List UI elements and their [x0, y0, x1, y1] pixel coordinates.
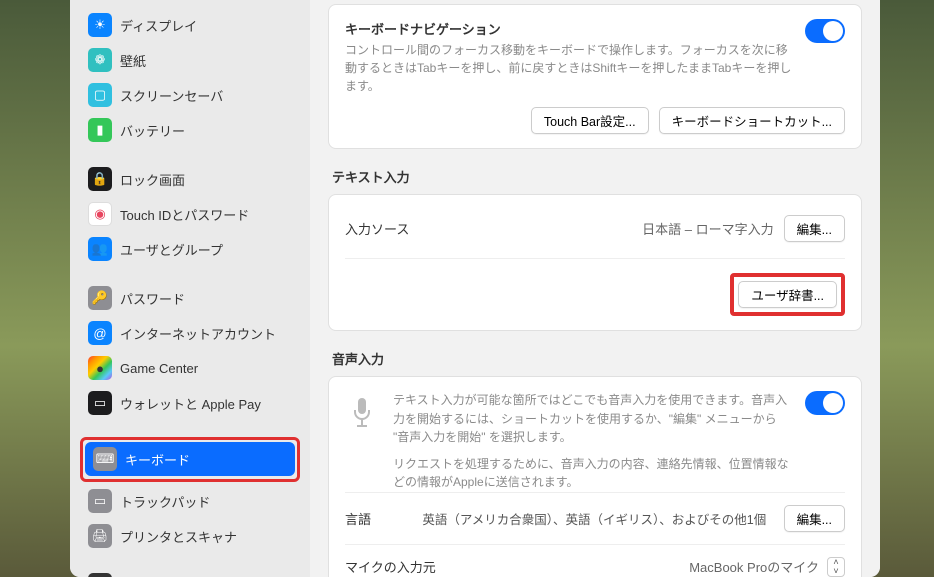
sidebar-item-label: プリンタとスキャナ: [120, 527, 237, 546]
user-dictionary-button[interactable]: ユーザ辞書...: [738, 281, 837, 308]
sidebar-item-users[interactable]: 👥 ユーザとグループ: [80, 232, 300, 266]
chevron-down-icon: ˅: [833, 567, 838, 576]
sidebar-item-screensaver[interactable]: ▢ スクリーンセーバ: [80, 78, 300, 112]
content-pane: キーボードナビゲーション コントロール間のフォーカス移動をキーボードで操作します…: [310, 0, 880, 577]
mic-source-label: マイクの入力元: [345, 557, 689, 576]
dictation-toggle[interactable]: [805, 391, 845, 415]
sidebar-item-keyboard[interactable]: ⌨ キーボード: [85, 442, 295, 476]
sun-icon: ☀: [88, 13, 112, 37]
kb-nav-desc: コントロール間のフォーカス移動をキーボードで操作します。フォーカスを次に移動する…: [345, 41, 793, 95]
mic-source-stepper[interactable]: ˄ ˅: [827, 557, 845, 577]
fingerprint-icon: ◉: [88, 202, 112, 226]
users-icon: 👥: [88, 237, 112, 261]
touchbar-settings-button[interactable]: Touch Bar設定...: [531, 107, 649, 134]
sidebar-item-label: 壁紙: [120, 51, 146, 70]
text-input-section: 入力ソース 日本語 – ローマ字入力 編集... ユーザ辞書...: [328, 194, 862, 331]
sidebar-item-display[interactable]: ☀ ディスプレイ: [80, 8, 300, 42]
screensaver-icon: ▢: [88, 83, 112, 107]
settings-window: ☀ ディスプレイ ❁ 壁紙 ▢ スクリーンセーバ ▮ バッテリー 🔒 ロック画面…: [70, 0, 880, 577]
sidebar-item-wacom[interactable]: ✎ ワコム タブレット: [80, 568, 300, 577]
sidebar-item-label: トラックパッド: [120, 492, 210, 511]
sidebar-item-label: ウォレットと Apple Pay: [120, 394, 261, 413]
input-source-edit-button[interactable]: 編集...: [784, 215, 845, 242]
sidebar-item-label: Game Center: [120, 361, 198, 376]
printer-icon: 🖨: [88, 524, 112, 548]
keyboard-highlight: ⌨ キーボード: [80, 437, 300, 482]
mic-source-value: MacBook Proのマイク: [689, 557, 819, 576]
sidebar-item-label: バッテリー: [120, 121, 185, 140]
at-icon: @: [88, 321, 112, 345]
keyboard-icon: ⌨: [93, 447, 117, 471]
dictation-lang-label: 言語: [345, 509, 405, 528]
microphone-icon: [345, 391, 379, 435]
gamecenter-icon: ●: [88, 356, 112, 380]
sidebar-item-wallet[interactable]: ▭ ウォレットと Apple Pay: [80, 386, 300, 420]
sidebar-item-label: スクリーンセーバ: [120, 86, 223, 105]
sidebar-item-internet-accounts[interactable]: @ インターネットアカウント: [80, 316, 300, 350]
dictation-desc-1: テキスト入力が可能な箇所ではどこでも音声入力を使用できます。音声入力を開始するに…: [393, 391, 791, 447]
trackpad-icon: ▭: [88, 489, 112, 513]
sidebar-item-label: インターネットアカウント: [120, 324, 276, 343]
sidebar-item-label: キーボード: [125, 450, 190, 469]
sidebar: ☀ ディスプレイ ❁ 壁紙 ▢ スクリーンセーバ ▮ バッテリー 🔒 ロック画面…: [70, 0, 310, 577]
sidebar-item-wallpaper[interactable]: ❁ 壁紙: [80, 43, 300, 77]
userdict-highlight: ユーザ辞書...: [730, 273, 845, 316]
sidebar-item-label: ディスプレイ: [120, 16, 197, 35]
sidebar-item-label: パスワード: [120, 289, 185, 308]
lock-icon: 🔒: [88, 167, 112, 191]
keyboard-shortcuts-button[interactable]: キーボードショートカット...: [659, 107, 845, 134]
sidebar-item-gamecenter[interactable]: ● Game Center: [80, 351, 300, 385]
sidebar-item-label: ロック画面: [120, 170, 185, 189]
battery-icon: ▮: [88, 118, 112, 142]
dictation-header: 音声入力: [332, 349, 862, 368]
wallet-icon: ▭: [88, 391, 112, 415]
kb-nav-title: キーボードナビゲーション: [345, 19, 793, 38]
key-icon: 🔑: [88, 286, 112, 310]
kb-nav-toggle[interactable]: [805, 19, 845, 43]
sidebar-item-label: Touch IDとパスワード: [120, 205, 249, 224]
sidebar-item-label: ユーザとグループ: [120, 240, 223, 259]
sidebar-item-trackpad[interactable]: ▭ トラックパッド: [80, 484, 300, 518]
sidebar-item-touchid[interactable]: ◉ Touch IDとパスワード: [80, 197, 300, 231]
keyboard-nav-section: キーボードナビゲーション コントロール間のフォーカス移動をキーボードで操作します…: [328, 4, 862, 149]
sidebar-item-battery[interactable]: ▮ バッテリー: [80, 113, 300, 147]
tablet-icon: ✎: [88, 573, 112, 577]
dictation-lang-value: 英語（アメリカ合衆国）、英語（イギリス）、およびその他1個: [405, 509, 784, 528]
dictation-desc-2: リクエストを処理するために、音声入力の内容、連絡先情報、位置情報などの情報がAp…: [393, 455, 791, 492]
dictation-section: テキスト入力が可能な箇所ではどこでも音声入力を使用できます。音声入力を開始するに…: [328, 376, 862, 577]
text-input-header: テキスト入力: [332, 167, 862, 186]
input-source-value: 日本語 – ローマ字入力: [642, 219, 773, 238]
flower-icon: ❁: [88, 48, 112, 72]
dictation-lang-edit-button[interactable]: 編集...: [784, 505, 845, 532]
input-source-label: 入力ソース: [345, 219, 409, 238]
sidebar-item-passwords[interactable]: 🔑 パスワード: [80, 281, 300, 315]
sidebar-item-printers[interactable]: 🖨 プリンタとスキャナ: [80, 519, 300, 553]
sidebar-item-lockscreen[interactable]: 🔒 ロック画面: [80, 162, 300, 196]
